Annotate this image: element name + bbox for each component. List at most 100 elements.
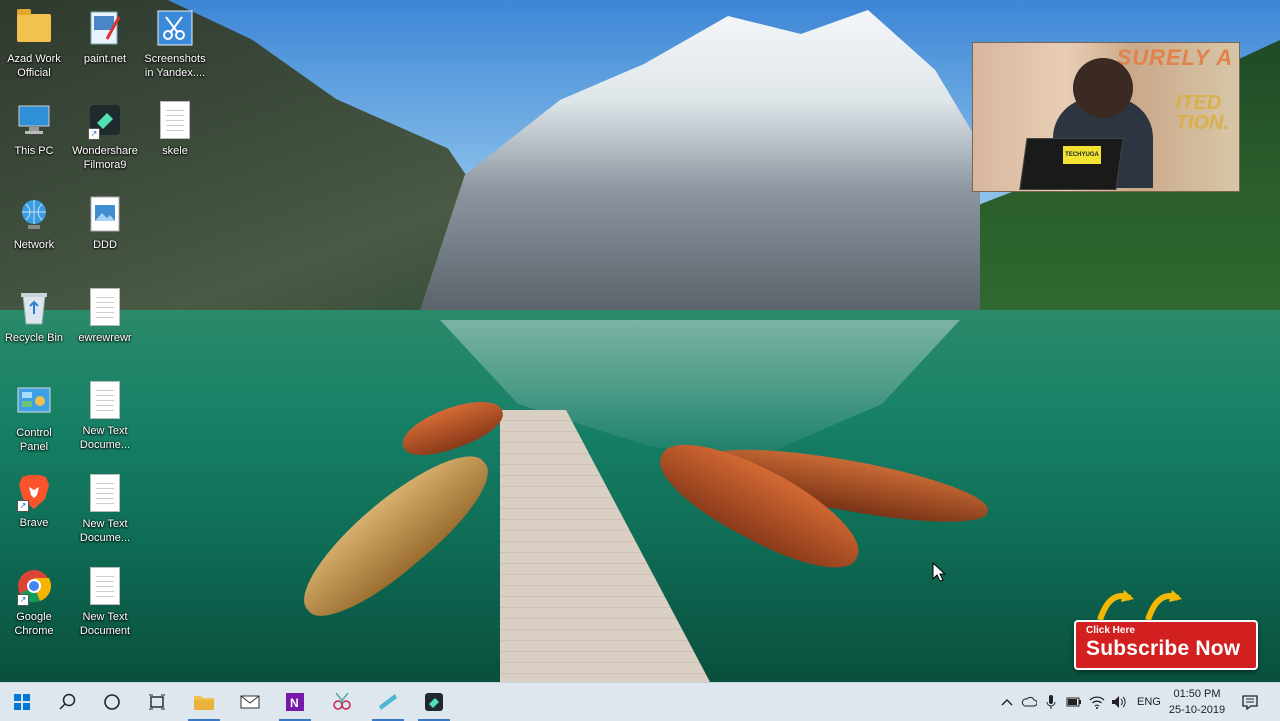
- show-hidden-icons-button[interactable]: [996, 683, 1018, 721]
- desktop-icon-label: This PC: [14, 145, 54, 157]
- desktop-icon-label: Wondershare Filmora9: [72, 145, 138, 171]
- desktop-icon-brave[interactable]: ↗ Brave: [0, 472, 69, 530]
- desktop-icon-ddd[interactable]: DDD: [70, 194, 140, 252]
- filmora-icon: [425, 693, 443, 711]
- desktop-icon-label: Control Panel: [16, 427, 52, 453]
- windows-logo-icon: [14, 694, 30, 710]
- text-document-icon: [86, 380, 124, 420]
- subscribe-big-text: Subscribe Now: [1086, 637, 1241, 660]
- desktop-icon-new-text-document-3[interactable]: New Text Document: [70, 566, 140, 638]
- network-tray-button[interactable]: [1086, 683, 1108, 721]
- taskbar-clock[interactable]: 01:50 PM 25-10-2019: [1162, 686, 1232, 718]
- battery-tray-button[interactable]: [1063, 683, 1085, 721]
- onedrive-tray-button[interactable]: [1018, 683, 1040, 721]
- webcam-sticker: TECHYUGA: [1063, 146, 1101, 164]
- subscribe-small-text: Click Here: [1086, 625, 1135, 636]
- mail-button[interactable]: [228, 683, 272, 721]
- cortana-circle-icon: [104, 694, 120, 710]
- search-icon: [59, 693, 76, 710]
- desktop-icon-new-text-document-2[interactable]: New Text Docume...: [70, 473, 140, 545]
- webcam-banner-text-2: ITED TION.: [1175, 92, 1229, 134]
- input-language-button[interactable]: ENG: [1137, 683, 1161, 721]
- shortcut-arrow-icon: ↗: [17, 594, 29, 606]
- shortcut-arrow-icon: ↗: [17, 500, 29, 512]
- app-button[interactable]: [366, 683, 410, 721]
- action-center-button[interactable]: [1238, 683, 1262, 721]
- shortcut-arrow-icon: ↗: [88, 128, 100, 140]
- start-button[interactable]: [0, 683, 44, 721]
- onenote-button[interactable]: N: [273, 683, 317, 721]
- mouse-cursor-icon: [932, 562, 946, 582]
- computer-icon: [15, 100, 53, 140]
- folder-icon: [15, 8, 53, 48]
- text-document-icon: [86, 566, 124, 606]
- onenote-icon: N: [286, 693, 304, 711]
- desktop-icon-label: ewrewrewr: [78, 332, 132, 344]
- wifi-icon: [1089, 696, 1105, 709]
- battery-icon: [1066, 697, 1081, 707]
- desktop-icon-new-text-document-1[interactable]: New Text Docume...: [70, 380, 140, 452]
- desktop-icon-azad-work-official[interactable]: Azad Work Official: [0, 8, 69, 80]
- image-file-icon: [86, 194, 124, 234]
- document-icon: [86, 287, 124, 327]
- chevron-up-icon: [1001, 699, 1013, 706]
- subscribe-now-button[interactable]: Click Here Subscribe Now: [1074, 620, 1258, 670]
- desktop-icon-label: paint.net: [83, 53, 127, 65]
- search-button[interactable]: [46, 683, 90, 721]
- cortana-button[interactable]: [90, 683, 134, 721]
- desktop-icon-wondershare-filmora9[interactable]: ↗ Wondershare Filmora9: [70, 100, 140, 172]
- desktop-icon-label: DDD: [93, 239, 117, 251]
- desktop-icon-label: New Text Document: [79, 611, 131, 637]
- desktop[interactable]: Azad Work Official This PC Network Recyc…: [0, 0, 1280, 682]
- cloud-icon: [1021, 696, 1037, 707]
- paint-net-icon: [86, 8, 124, 48]
- app-icon: [379, 694, 397, 710]
- document-icon: [156, 100, 194, 140]
- taskbar: N ENG 01:50 PM 25-10-2019: [0, 682, 1280, 721]
- screenshots-yandex-icon: [156, 8, 194, 48]
- mail-icon: [240, 695, 260, 709]
- desktop-icon-label: Google Chrome: [14, 611, 54, 637]
- recycle-bin-icon: [15, 287, 53, 327]
- chrome-icon: ↗: [15, 566, 53, 606]
- folder-icon: [194, 696, 214, 710]
- desktop-icon-label: Screenshots in Yandex....: [144, 53, 206, 79]
- text-document-icon: [86, 473, 124, 513]
- snipping-icon: [333, 692, 351, 710]
- desktop-icon-ewrewrewr[interactable]: ewrewrewr: [70, 287, 140, 345]
- desktop-icon-this-pc[interactable]: This PC: [0, 100, 69, 158]
- speaker-icon: [1112, 696, 1126, 708]
- file-explorer-button[interactable]: [182, 683, 226, 721]
- svg-text:N: N: [290, 696, 299, 710]
- desktop-icon-label: New Text Docume...: [79, 425, 131, 451]
- filmora-taskbar-button[interactable]: [412, 683, 456, 721]
- clock-date: 25-10-2019: [1168, 704, 1226, 716]
- webcam-person-head: [1073, 58, 1133, 118]
- snipping-app-button[interactable]: [320, 683, 364, 721]
- webcam-banner-text: SURELY A: [1116, 45, 1233, 70]
- clock-time: 01:50 PM: [1173, 688, 1221, 700]
- microphone-icon: [1046, 695, 1056, 709]
- volume-tray-button[interactable]: [1108, 683, 1130, 721]
- desktop-icon-label: New Text Docume...: [79, 518, 131, 544]
- desktop-icon-google-chrome[interactable]: ↗ Google Chrome: [0, 566, 69, 638]
- desktop-icon-network[interactable]: Network: [0, 194, 69, 252]
- desktop-icon-paint-net[interactable]: paint.net: [70, 8, 140, 66]
- task-view-icon: [149, 694, 165, 710]
- microphone-tray-button[interactable]: [1040, 683, 1062, 721]
- desktop-icon-label: skele: [162, 145, 188, 157]
- desktop-icon-skele[interactable]: skele: [140, 100, 210, 158]
- desktop-icon-recycle-bin[interactable]: Recycle Bin: [0, 287, 69, 345]
- desktop-icon-label: Network: [13, 239, 55, 251]
- task-view-button[interactable]: [135, 683, 179, 721]
- filmora-icon: ↗: [86, 100, 124, 140]
- subscribe-arrows-icon: [1097, 590, 1182, 621]
- desktop-icon-label: Brave: [19, 517, 49, 529]
- desktop-icon-control-panel[interactable]: Control Panel: [0, 382, 69, 454]
- desktop-icon-label: Recycle Bin: [4, 332, 64, 344]
- webcam-overlay: SURELY A ITED TION. TECHYUGA: [972, 42, 1240, 192]
- desktop-icon-screenshots-yandex[interactable]: Screenshots in Yandex....: [140, 8, 210, 80]
- desktop-icon-label: Azad Work Official: [7, 53, 61, 79]
- brave-icon: ↗: [15, 472, 53, 512]
- control-panel-icon: [15, 382, 53, 422]
